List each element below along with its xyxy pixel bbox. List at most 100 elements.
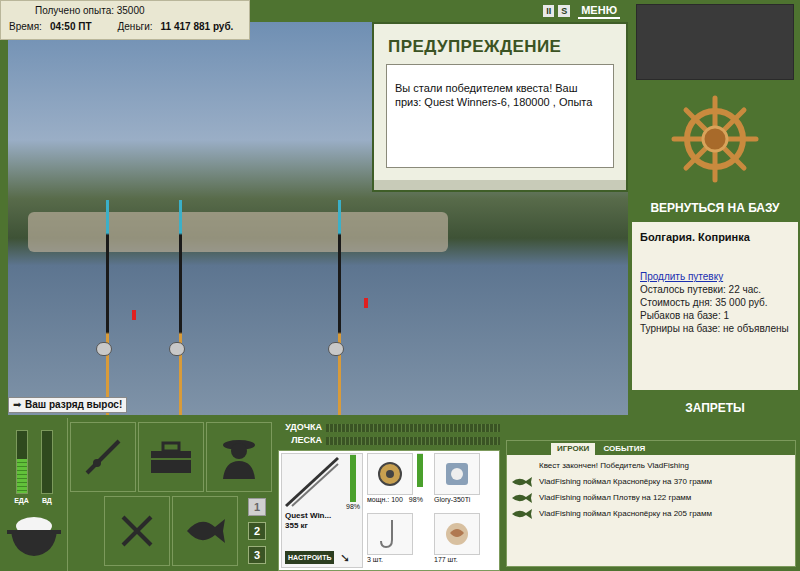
setup-button[interactable]: НАСТРОИТЬ xyxy=(285,551,334,564)
hook-slot[interactable]: 3 шт. xyxy=(367,513,430,569)
reel-icon xyxy=(96,342,112,356)
tools-panel: ЕДА ВД xyxy=(0,418,272,571)
chat-message-text: Квест закончен! Победитель VladFishing xyxy=(539,460,689,472)
chat-message: VladFishing поймал Краснопёрку на 370 гр… xyxy=(511,475,791,489)
money-value: 11 417 881 руб. xyxy=(161,18,234,36)
hook-icon xyxy=(378,518,402,550)
return-to-base-button[interactable]: ВЕРНУТЬСЯ НА БАЗУ xyxy=(630,198,800,218)
float-icon xyxy=(364,298,368,308)
tackle-panel: УДОЧКА ЛЕСКА 98% Quest Win... 355 кг НАСТ… xyxy=(278,418,500,571)
info-line: Турниры на базе: не объявлены xyxy=(640,322,790,335)
rod-condition-fill xyxy=(350,455,356,502)
float-icon xyxy=(132,310,136,320)
menu-button[interactable]: МЕНЮ xyxy=(578,3,620,19)
rod[interactable] xyxy=(338,200,341,415)
fish-icon xyxy=(511,476,533,488)
reel-condition-track xyxy=(417,453,423,487)
info-line: Рыбаков на базе: 1 xyxy=(640,309,790,322)
money-label: Деньги: xyxy=(118,18,153,36)
tension-row: УДОЧКА xyxy=(278,422,500,433)
rod[interactable] xyxy=(179,200,182,415)
bans-button[interactable]: ЗАПРЕТЫ xyxy=(630,400,800,416)
fisherman-button[interactable] xyxy=(206,422,272,492)
rod-card[interactable]: 98% Quest Win... 355 кг НАСТРОИТЬ ➘ xyxy=(281,453,363,568)
need-fill xyxy=(17,459,27,493)
time-label: Время: xyxy=(9,18,42,36)
toolbar-button[interactable]: II xyxy=(543,5,554,17)
rod-icon xyxy=(83,437,123,477)
fish-icon xyxy=(511,508,533,520)
rank-notice[interactable]: ➡ Ваш разряд вырос! xyxy=(8,397,127,413)
tension-row: ЛЕСКА xyxy=(278,435,500,446)
line-spool-icon xyxy=(442,459,472,489)
bait-count: 177 шт. xyxy=(434,555,497,565)
reel-icon xyxy=(375,459,405,489)
knife-fork-icon xyxy=(117,511,157,551)
bait-icon xyxy=(442,519,472,549)
page-buttons: 1 2 3 xyxy=(248,496,266,566)
page-button[interactable]: 2 xyxy=(248,522,266,540)
rod-condition-track xyxy=(350,454,356,502)
arrow-icon: ➘ xyxy=(340,552,350,564)
tackle-box-icon xyxy=(149,439,193,475)
chat-tab[interactable]: ИГРОКИ xyxy=(551,443,595,455)
extend-link[interactable]: Продлить путевку xyxy=(640,270,790,283)
spacer xyxy=(511,460,533,472)
warning-dialog[interactable]: ПРЕДУПРЕЖДЕНИЕ Вы стали победителем квес… xyxy=(372,22,628,192)
shore xyxy=(28,212,448,252)
time-value: 04:50 ПТ xyxy=(50,18,92,36)
need-track xyxy=(41,430,53,494)
chat-message-text: VladFishing поймал Краснопёрку на 205 гр… xyxy=(539,508,712,520)
sidebar: ВЕРНУТЬСЯ НА БАЗУ Болгария. Копринка Про… xyxy=(630,0,800,418)
reel-power: мощн.: 100 xyxy=(367,495,403,505)
rod-capacity: 355 кг xyxy=(282,521,362,531)
fish-button[interactable] xyxy=(172,496,238,566)
tension-label: УДОЧКА xyxy=(278,422,322,433)
game-area: II S МЕНЮ ➡ Ваш разряд вырос! Получено опы… xyxy=(0,0,630,418)
line-slot[interactable]: Glory-350Ti xyxy=(434,453,497,509)
rod-name: Quest Win... xyxy=(282,511,362,521)
chat-message: VladFishing поймал Плотву на 122 грамм xyxy=(511,491,791,505)
info-line: Стоимость дня: 35 000 руб. xyxy=(640,296,790,309)
food-button[interactable] xyxy=(104,496,170,566)
page-button[interactable]: 1 xyxy=(248,498,266,516)
need-track xyxy=(16,430,28,494)
rod[interactable] xyxy=(106,200,109,415)
chat-tab[interactable]: СОБЫТИЯ xyxy=(597,443,651,455)
fish-icon xyxy=(183,513,227,549)
info-list: Осталось путевки: 22 час.Стоимость дня: … xyxy=(640,283,790,335)
bait-slot[interactable]: 177 шт. xyxy=(434,513,497,569)
reel-condition-fill xyxy=(417,454,423,487)
tension-track xyxy=(326,424,500,432)
tension-track xyxy=(326,437,500,445)
reel-icon xyxy=(169,342,185,356)
chat-message-text: VladFishing поймал Плотву на 122 грамм xyxy=(539,492,691,504)
location-info: Болгария. Копринка Продлить путевку Оста… xyxy=(632,222,798,390)
experience: Получено опыта: 35000 xyxy=(9,4,241,18)
dialog-message: Вы стали победителем квеста! Ваш приз: Q… xyxy=(386,64,614,168)
rod-icon xyxy=(282,454,342,510)
fish-icon xyxy=(511,492,533,504)
chat-message: Квест закончен! Победитель VladFishing xyxy=(511,459,791,473)
minimap xyxy=(636,4,794,80)
chat-panel: ИГРОКИСОБЫТИЯ Квест закончен! Победитель… xyxy=(506,418,800,571)
rods-button[interactable] xyxy=(70,422,136,492)
ship-wheel-icon[interactable] xyxy=(630,80,800,198)
need-label: ЕДА xyxy=(14,496,29,506)
fisherman-icon xyxy=(219,435,259,479)
tackle-box-button[interactable] xyxy=(138,422,204,492)
toolbar-button[interactable]: S xyxy=(558,5,570,17)
reel-icon xyxy=(328,342,344,356)
arrow-icon: ➡ xyxy=(13,400,21,410)
dialog-title: ПРЕДУПРЕЖДЕНИЕ xyxy=(374,24,626,64)
line-name: Glory-350Ti xyxy=(434,495,497,505)
need-label: ВД xyxy=(42,496,52,506)
hook-count: 3 шт. xyxy=(367,555,430,565)
rod-condition-reading: 98% xyxy=(346,502,360,511)
page-button[interactable]: 3 xyxy=(248,546,266,564)
player-info: Получено опыта: 35000 Время: 04:50 ПТ Де… xyxy=(0,0,250,40)
pot-icon[interactable] xyxy=(7,512,61,558)
need-meter: ЕДА xyxy=(14,430,29,506)
tension-label: ЛЕСКА xyxy=(278,435,322,446)
reel-slot[interactable]: мощн.: 100 98% xyxy=(367,453,430,509)
